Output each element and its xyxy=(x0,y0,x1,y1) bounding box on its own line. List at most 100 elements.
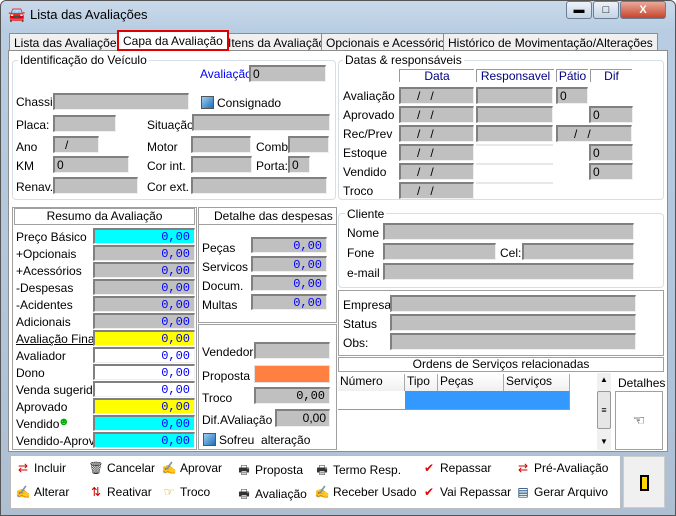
resumo-value-field[interactable]: 0,00 xyxy=(93,415,195,431)
date-field[interactable]: / / xyxy=(399,106,474,123)
fone-label: Fone xyxy=(347,246,375,260)
motor-field[interactable] xyxy=(191,136,251,153)
responsavel-field[interactable] xyxy=(476,106,553,123)
resumo-value-field[interactable]: 0,00 xyxy=(93,279,195,295)
responsavel-field[interactable] xyxy=(476,182,553,184)
km-field[interactable]: 0 xyxy=(53,156,129,173)
minimize-button[interactable]: ▬ xyxy=(566,1,592,19)
column-header-1[interactable]: Tipo xyxy=(405,374,438,391)
resumo-value-field[interactable]: 0,00 xyxy=(93,364,195,380)
responsavel-field[interactable] xyxy=(476,125,553,142)
column-header-2[interactable]: Peças xyxy=(438,374,504,391)
despesa-value-field[interactable]: 0,00 xyxy=(251,275,327,291)
patio-field[interactable]: / / xyxy=(556,125,632,142)
column-header-0[interactable]: Número xyxy=(338,374,405,391)
maximize-button[interactable]: □ xyxy=(593,1,619,19)
toolbar-button-vai-repassar[interactable]: ✔ Vai Repassar xyxy=(421,485,511,503)
toolbar-button-proposta[interactable]: 🖶 Proposta xyxy=(236,461,303,479)
responsavel-field[interactable] xyxy=(476,144,553,146)
empresa-field[interactable] xyxy=(390,295,636,312)
column-header-3[interactable]: Serviços xyxy=(504,374,570,391)
toolbar-button-troco[interactable]: ☞ Troco xyxy=(161,485,211,503)
resumo-value-field[interactable]: 0,00 xyxy=(93,432,195,448)
empresa-label: Empresa xyxy=(343,298,392,312)
proposta-field[interactable] xyxy=(254,365,330,383)
chassi-field[interactable] xyxy=(53,93,189,110)
cel-field[interactable] xyxy=(522,243,634,260)
status-field[interactable] xyxy=(390,314,636,331)
troco-field[interactable]: 0,00 xyxy=(254,387,330,404)
despesa-value-field[interactable]: 0,00 xyxy=(251,237,327,253)
situacao-field[interactable] xyxy=(192,114,330,131)
scroll-up-icon[interactable]: ▲ xyxy=(600,375,608,384)
consignado-checkbox[interactable] xyxy=(201,96,214,109)
ano-field[interactable]: / xyxy=(53,136,99,153)
responsavel-field[interactable] xyxy=(476,163,553,165)
fone-field[interactable] xyxy=(383,243,496,260)
toolbar-button-incluir[interactable]: ⇄ Incluir xyxy=(15,461,66,479)
tab-historico[interactable]: Histórico de Movimentação/Alterações xyxy=(443,33,658,51)
scroll-thumb[interactable]: ≡ xyxy=(597,391,611,429)
resumo-label: Venda sugerida xyxy=(16,383,100,397)
toolbar-button-receber-usado[interactable]: ✍ Receber Usado xyxy=(314,485,417,503)
comb-field[interactable] xyxy=(288,136,329,153)
tab-opcionais[interactable]: Opcionais e Acessórios xyxy=(321,33,456,51)
dif-field[interactable]: 0,00 xyxy=(275,409,330,427)
resumo-value-field[interactable]: 0,00 xyxy=(93,330,195,346)
toolbar-button-label: Vai Repassar xyxy=(440,485,512,499)
despesa-value-field[interactable]: 0,00 xyxy=(251,294,327,310)
resumo-value-field[interactable]: 0,00 xyxy=(93,262,195,278)
renav-field[interactable] xyxy=(53,177,138,194)
tab-itens[interactable]: Itens da Avaliação xyxy=(223,33,331,51)
toolbar-button-reativar[interactable]: ⇅ Reativar xyxy=(88,485,152,503)
resumo-value-field[interactable]: 0,00 xyxy=(93,313,195,329)
toolbar-button-pré-avaliação[interactable]: ⇄ Pré-Avaliação xyxy=(515,461,609,479)
vendedor-field[interactable] xyxy=(254,342,330,359)
date-field[interactable]: / / xyxy=(399,125,474,142)
tab-lista[interactable]: Lista das Avaliações xyxy=(9,33,128,51)
exit-button[interactable] xyxy=(623,456,665,508)
patio-field[interactable]: 0 xyxy=(556,87,588,104)
toolbar-button-cancelar[interactable]: 🗑 Cancelar xyxy=(88,461,155,479)
tab-capa[interactable]: Capa da Avaliação xyxy=(117,30,229,51)
toolbar-button-aprovar[interactable]: ✍ Aprovar xyxy=(161,461,223,479)
detalhes-button[interactable]: ☜ xyxy=(615,391,663,450)
date-field[interactable]: / / xyxy=(399,182,474,199)
toolbar-button-alterar[interactable]: ✍ Alterar xyxy=(15,485,70,503)
close-button[interactable]: X xyxy=(620,1,666,19)
toolbar-button-avaliação[interactable]: 🖶 Avaliação xyxy=(236,485,307,503)
ordens-scrollbar[interactable]: ▲ ≡ ▼ xyxy=(597,373,611,450)
cor-int-field[interactable] xyxy=(191,156,252,173)
dif-field[interactable]: 0 xyxy=(589,106,633,123)
nome-field[interactable] xyxy=(383,223,634,240)
ordens-row-selected[interactable] xyxy=(405,391,570,409)
cliente-group-label: Cliente xyxy=(345,207,387,221)
sofreu-checkbox[interactable] xyxy=(203,433,216,446)
date-field[interactable]: / / xyxy=(399,144,474,161)
ordens-row-line xyxy=(338,409,570,410)
avaliacao-field[interactable]: 0 xyxy=(249,65,326,82)
obs-field[interactable] xyxy=(390,333,636,350)
date-field[interactable]: / / xyxy=(399,87,474,104)
dif-field[interactable]: 0 xyxy=(589,163,633,180)
porta-field[interactable]: 0 xyxy=(288,156,310,173)
despesa-value-field[interactable]: 0,00 xyxy=(251,256,327,272)
placa-field[interactable] xyxy=(53,115,116,132)
toolbar-button-repassar[interactable]: ✔ Repassar xyxy=(421,461,491,479)
resumo-value-field[interactable]: 0,00 xyxy=(93,245,195,261)
resumo-value-field[interactable]: 0,00 xyxy=(93,381,195,397)
toolbar-button-termo-resp-[interactable]: 🖶 Termo Resp. xyxy=(314,461,401,479)
dif-field[interactable]: 0 xyxy=(589,144,633,161)
toolbar-button-gerar-arquivo[interactable]: ▤ Gerar Arquivo xyxy=(515,485,608,503)
datas-row-label: Estoque xyxy=(343,146,388,160)
cor-ext-field[interactable] xyxy=(191,177,327,194)
scroll-down-icon[interactable]: ▼ xyxy=(600,437,608,446)
email-label: e-mail xyxy=(347,266,380,280)
resumo-value-field[interactable]: 0,00 xyxy=(93,296,195,312)
resumo-value-field[interactable]: 0,00 xyxy=(93,398,195,414)
date-field[interactable]: / / xyxy=(399,163,474,180)
resumo-value-field[interactable]: 0,00 xyxy=(93,347,195,363)
responsavel-field[interactable] xyxy=(476,87,553,104)
email-field[interactable] xyxy=(383,263,634,280)
resumo-value-field[interactable]: 0,00 xyxy=(93,228,195,244)
